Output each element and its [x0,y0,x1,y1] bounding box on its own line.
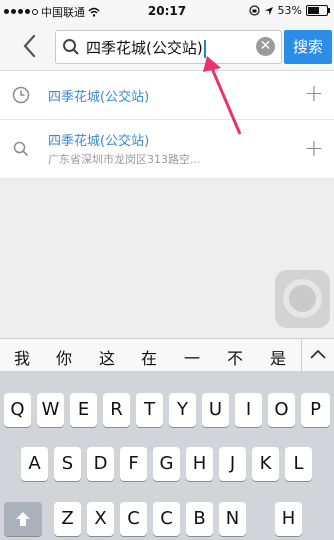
status-bar: 中国联通 20:17 53% [0,0,334,22]
key-x[interactable]: X [87,502,114,536]
candidate-word[interactable]: 是 [270,345,286,369]
key-d[interactable]: D [87,447,114,481]
search-submit-button[interactable]: 搜索 [284,30,332,64]
candidate-word[interactable]: 我 [14,345,30,369]
key-u[interactable]: U [202,393,229,427]
search-nav-bar: 四季花城(公交站) ✕ 搜索 [0,22,334,71]
clock-icon [12,86,30,104]
key-p[interactable]: P [301,393,330,427]
add-suggestion-button[interactable]: + [304,136,324,160]
key-v[interactable]: C [153,502,180,536]
battery-percent: 53% [277,4,302,17]
back-chevron-icon[interactable] [18,32,42,60]
assistive-touch-button[interactable] [275,270,330,328]
key-e[interactable]: E [70,393,97,427]
search-icon [63,39,79,55]
chevron-up-icon [310,349,326,359]
clear-search-button[interactable]: ✕ [256,37,275,56]
key-k[interactable]: K [252,447,279,481]
location-arrow-icon [264,6,273,15]
suggestion-address: 广东省深圳市龙岗区313路空... [48,153,201,166]
suggestion-title: 四季花城(公交站) [48,134,150,149]
key-w[interactable]: W [37,393,64,427]
search-query-text: 四季花城(公交站) [86,37,206,58]
key-j[interactable]: J [219,447,246,481]
key-m[interactable]: H [275,502,302,536]
key-t[interactable]: T [136,393,163,427]
annotation-arrow-icon [203,56,242,135]
key-q[interactable]: Q [4,393,31,427]
key-y[interactable]: Y [169,393,196,427]
key-r[interactable]: R [103,393,130,427]
shift-key[interactable] [4,502,42,536]
expand-candidates-button[interactable] [301,339,334,371]
key-a[interactable]: A [21,447,48,481]
candidate-word[interactable]: 在 [141,345,157,369]
key-l[interactable]: L [285,447,312,481]
key-o[interactable]: O [268,393,295,427]
key-s[interactable]: S [54,447,81,481]
candidate-word[interactable]: 一 [184,345,200,369]
key-g[interactable]: G [153,447,180,481]
add-suggestion-button[interactable]: + [304,81,324,105]
suggestion-list: 四季花城(公交站) + 四季花城(公交站) 广东省深圳市龙岗区313路空... … [0,71,334,179]
rotation-lock-icon [248,5,260,16]
battery-icon [306,5,330,16]
key-z[interactable]: Z [54,502,81,536]
key-f[interactable]: F [120,447,147,481]
ime-candidate-bar: 我 你 这 在 一 不 是 [0,338,334,372]
search-icon [13,141,29,157]
suggestion-title: 四季花城(公交站) [48,90,150,105]
status-right: 53% [248,4,330,17]
shift-arrow-icon [16,512,30,526]
list-item[interactable]: 四季花城(公交站) + [0,71,334,120]
candidate-word[interactable]: 这 [99,345,115,369]
key-n[interactable]: N [219,502,246,536]
candidate-word[interactable]: 不 [227,345,243,369]
key-h[interactable]: H [186,447,213,481]
keyboard: Q W E R T Y U I O P A S D F G H J K L Z … [0,371,334,540]
key-b[interactable]: B [186,502,213,536]
key-c[interactable]: C [120,502,147,536]
key-i[interactable]: I [235,393,262,427]
candidate-word[interactable]: 你 [56,345,72,369]
list-item[interactable]: 四季花城(公交站) 广东省深圳市龙岗区313路空... + [0,120,334,179]
